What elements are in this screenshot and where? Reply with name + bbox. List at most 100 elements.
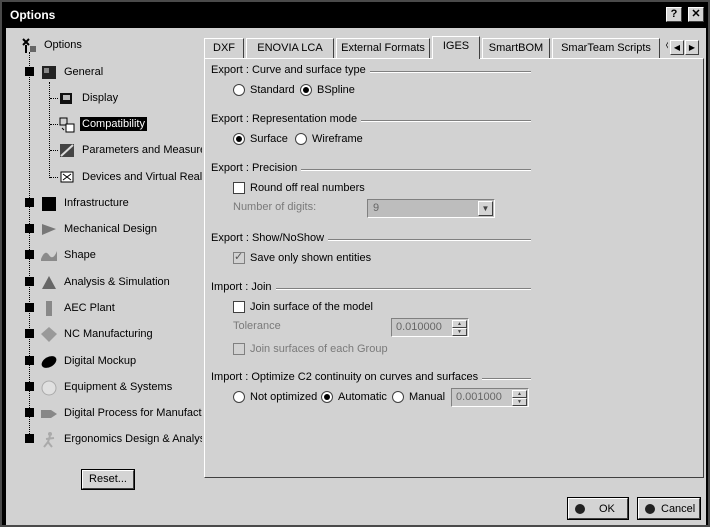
- tree-item-display[interactable]: Display: [58, 87, 120, 109]
- radio-bspline[interactable]: BSpline: [300, 84, 355, 96]
- spin-up-icon[interactable]: ▲: [452, 320, 467, 328]
- radio-button[interactable]: [233, 133, 245, 145]
- checkbox[interactable]: [233, 301, 245, 313]
- tree-item-ergonomics[interactable]: Ergonomics Design & Analysi: [40, 428, 202, 450]
- option-label: Round off real numbers: [250, 182, 365, 194]
- close-button[interactable]: ✕: [688, 7, 704, 22]
- expand-toggle[interactable]: [25, 224, 34, 233]
- parameters-icon: [60, 143, 74, 157]
- checkbox[interactable]: [233, 182, 245, 194]
- tab-scroll-left-icon[interactable]: ◀: [670, 40, 684, 55]
- option-label: Automatic: [338, 391, 387, 403]
- radio-not-optimized[interactable]: Not optimized: [233, 391, 317, 403]
- section-title: Export : Show/NoShow: [211, 232, 329, 244]
- radio-button[interactable]: [321, 391, 333, 403]
- spinner-value: 0.001000: [456, 391, 502, 403]
- expand-toggle[interactable]: [25, 250, 34, 259]
- tree-item-label: Devices and Virtual Realit: [82, 171, 202, 183]
- iges-panel: Export : Curve and surface type Standard…: [204, 58, 704, 478]
- options-icon: [22, 37, 36, 53]
- tab-external-formats[interactable]: External Formats: [336, 38, 430, 58]
- tree-item-aec-plant[interactable]: AEC Plant: [40, 297, 117, 319]
- expand-toggle[interactable]: [25, 329, 34, 338]
- section-title: Import : Join: [211, 281, 276, 293]
- tree-root-label: Options: [44, 39, 82, 51]
- title-bar: Options ? ✕: [4, 4, 708, 26]
- tree-item-nc-manufacturing[interactable]: NC Manufacturing: [40, 323, 155, 345]
- expand-toggle[interactable]: [25, 198, 34, 207]
- tree-item-label: Display: [82, 92, 119, 104]
- tolerance-spinner[interactable]: 0.010000 ▲ ▼: [391, 318, 469, 337]
- section-title: Export : Precision: [211, 162, 302, 174]
- manual-spinner[interactable]: 0.001000 ▲ ▼: [451, 388, 529, 407]
- tab-smarteam-scripts[interactable]: SmarTeam Scripts: [552, 38, 660, 58]
- tree-root[interactable]: Options: [20, 34, 84, 56]
- tree-item-devices[interactable]: Devices and Virtual Realit: [58, 166, 202, 188]
- expand-toggle[interactable]: [25, 408, 34, 417]
- radio-button[interactable]: [295, 133, 307, 145]
- tree-item-label: Equipment & Systems: [64, 381, 173, 393]
- tree-item-label: Analysis & Simulation: [64, 276, 170, 288]
- round-off-checkbox[interactable]: Round off real numbers: [233, 182, 365, 194]
- help-button[interactable]: ?: [666, 7, 682, 22]
- digits-select[interactable]: 9 ▼: [367, 199, 495, 218]
- option-label: BSpline: [317, 84, 355, 96]
- spin-down-icon[interactable]: ▼: [512, 398, 527, 406]
- general-icon: [42, 65, 56, 79]
- expand-toggle[interactable]: [25, 67, 34, 76]
- tree-item-shape[interactable]: Shape: [40, 244, 98, 266]
- tree-item-label: Compatibility: [80, 117, 147, 131]
- tree-item-compatibility[interactable]: Compatibility: [58, 113, 147, 135]
- spinner-value: 0.010000: [396, 321, 442, 333]
- tree-item-mechanical-design[interactable]: Mechanical Design: [40, 218, 159, 240]
- spin-up-icon[interactable]: ▲: [512, 390, 527, 398]
- radio-standard[interactable]: Standard: [233, 84, 295, 96]
- tree-line: [50, 124, 58, 125]
- checkbox[interactable]: [233, 250, 245, 264]
- option-label: Not optimized: [250, 391, 318, 403]
- radio-surface[interactable]: Surface: [233, 133, 288, 145]
- tab-scroll-right-icon[interactable]: ▶: [685, 40, 699, 55]
- tree-item-digital-mockup[interactable]: Digital Mockup: [40, 350, 138, 372]
- section-title: Export : Representation mode: [211, 113, 362, 125]
- chevron-down-icon[interactable]: ▼: [478, 201, 493, 216]
- tree-item-equipment[interactable]: Equipment & Systems: [40, 376, 174, 398]
- radio-manual[interactable]: Manual: [392, 391, 445, 403]
- expand-toggle[interactable]: [25, 356, 34, 365]
- option-label: Manual: [409, 391, 446, 403]
- tree-item-label: Shape: [64, 249, 96, 261]
- tree-item-general[interactable]: General: [40, 61, 105, 83]
- cancel-button[interactable]: Cancel: [638, 498, 700, 519]
- spin-down-icon[interactable]: ▼: [452, 328, 467, 336]
- expand-toggle[interactable]: [25, 277, 34, 286]
- radio-button[interactable]: [300, 84, 312, 96]
- infrastructure-icon: [42, 196, 56, 211]
- tab-iges[interactable]: IGES: [432, 36, 480, 59]
- join-group-checkbox[interactable]: Join surfaces of each Group: [233, 343, 388, 355]
- mechanical-design-icon: [42, 223, 56, 235]
- tab-enovia-lca[interactable]: ENOVIA LCA: [246, 38, 334, 58]
- tree-item-parameters[interactable]: Parameters and Measure: [58, 139, 202, 161]
- reset-button[interactable]: Reset...: [82, 470, 134, 489]
- ergonomics-icon: [43, 431, 55, 448]
- radio-button[interactable]: [233, 391, 245, 403]
- radio-automatic[interactable]: Automatic: [321, 391, 387, 403]
- radio-wireframe[interactable]: Wireframe: [295, 133, 363, 145]
- save-shown-checkbox[interactable]: Save only shown entities: [233, 250, 371, 264]
- checkbox[interactable]: [233, 343, 245, 355]
- radio-button[interactable]: [392, 391, 404, 403]
- tab-smartbom[interactable]: SmartBOM: [482, 38, 550, 58]
- expand-toggle[interactable]: [25, 434, 34, 443]
- ok-button[interactable]: OK: [568, 498, 628, 519]
- cancel-icon: [645, 503, 655, 514]
- tree-item-label: Mechanical Design: [64, 223, 157, 235]
- tree-item-analysis[interactable]: Analysis & Simulation: [40, 271, 172, 293]
- option-label: Standard: [250, 84, 295, 96]
- tree-item-digital-process[interactable]: Digital Process for Manufactu: [40, 402, 202, 424]
- expand-toggle[interactable]: [25, 303, 34, 312]
- expand-toggle[interactable]: [25, 382, 34, 391]
- tab-dxf[interactable]: DXF: [204, 38, 244, 58]
- radio-button[interactable]: [233, 84, 245, 96]
- tree-item-infrastructure[interactable]: Infrastructure: [40, 192, 131, 214]
- join-model-checkbox[interactable]: Join surface of the model: [233, 301, 373, 313]
